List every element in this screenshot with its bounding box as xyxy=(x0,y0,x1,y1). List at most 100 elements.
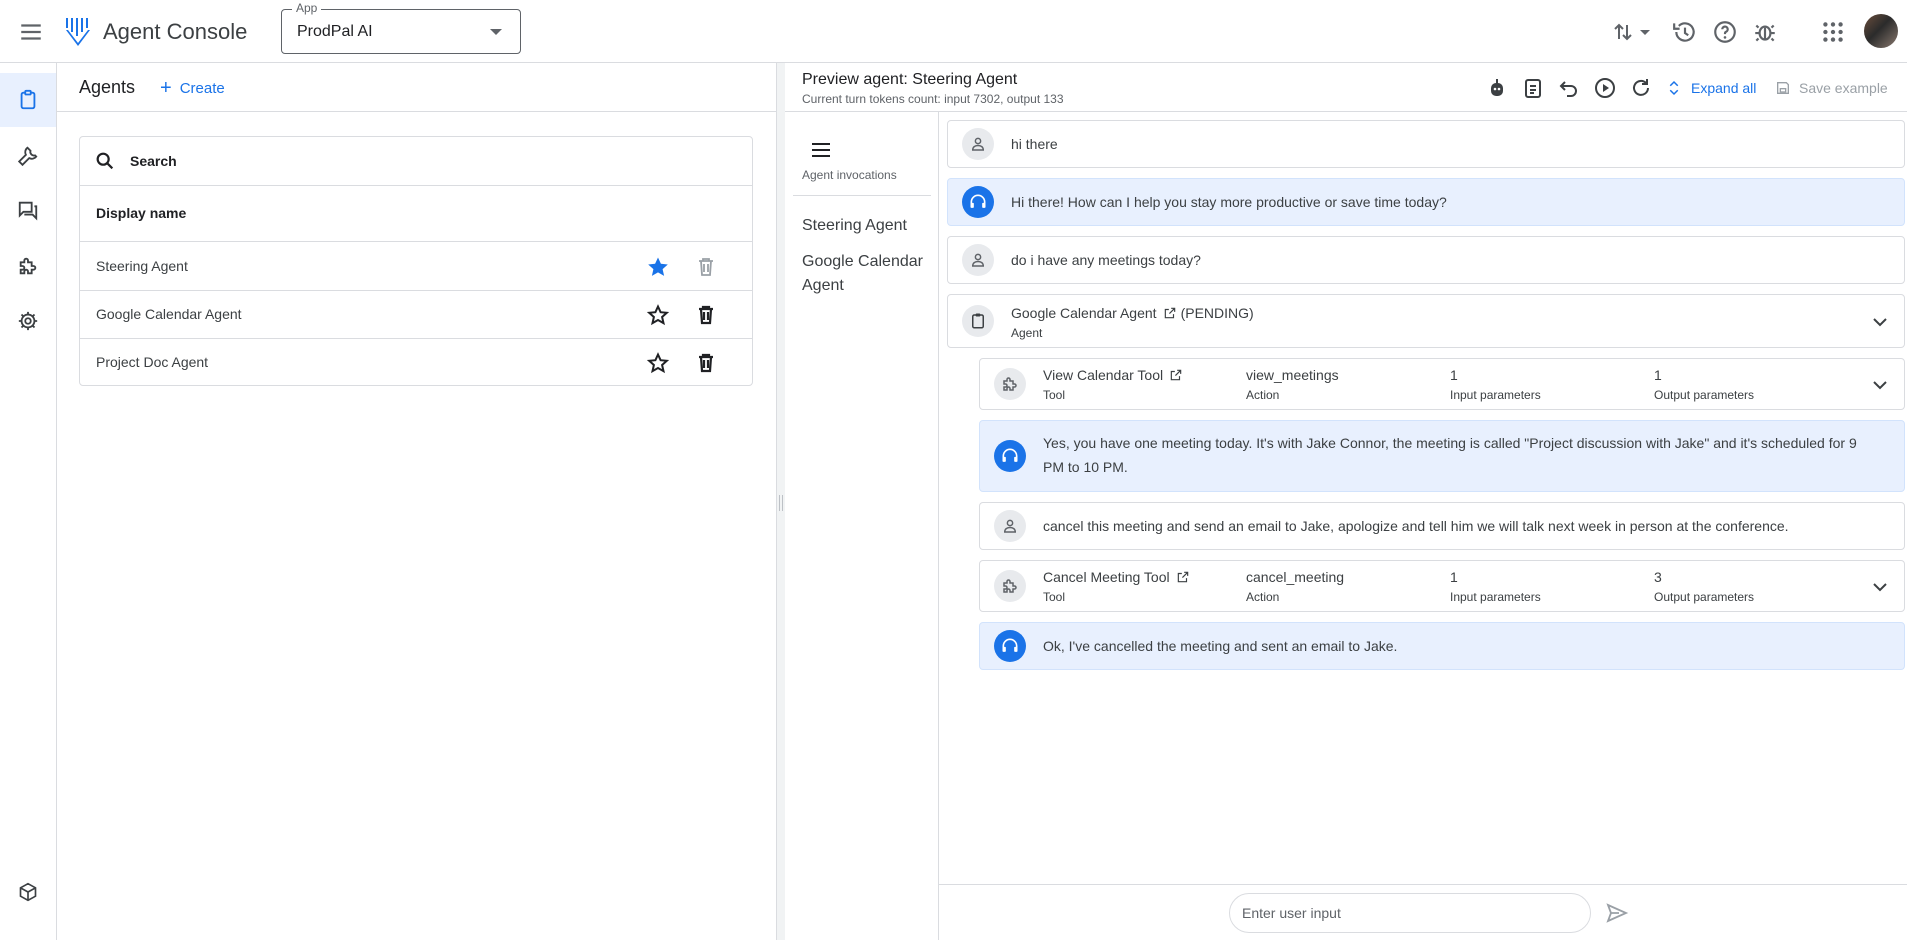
tool-action: cancel_meeting xyxy=(1246,569,1345,585)
gear-icon xyxy=(18,311,38,331)
agent-name: Project Doc Agent xyxy=(96,354,209,370)
tool-output-count: 3 xyxy=(1654,569,1662,585)
plus-icon: + xyxy=(160,77,172,99)
user-avatar[interactable] xyxy=(1864,14,1898,48)
agent-name: Google Calendar Agent xyxy=(96,306,242,322)
table-row[interactable]: Project Doc Agent xyxy=(80,339,752,387)
expand-all-button[interactable]: Expand all xyxy=(1665,76,1756,100)
tool-action: view_meetings xyxy=(1246,367,1339,383)
agent-invocations-panel: Agent invocations Steering Agent Google … xyxy=(785,112,939,940)
invocation-item-steering-agent[interactable]: Steering Agent xyxy=(802,214,932,238)
agent-message: Hi there! How can I help you stay more p… xyxy=(947,178,1905,226)
agent-call-status: (PENDING) xyxy=(1180,305,1254,321)
chat-area: hi there Hi there! How can I help you st… xyxy=(939,112,1907,884)
wrench-icon xyxy=(17,146,38,167)
open-in-new-icon[interactable] xyxy=(1176,570,1190,584)
preview-panel: Preview agent: Steering Agent Current tu… xyxy=(785,63,1907,940)
tool-input-label: Input parameters xyxy=(1450,388,1541,402)
undo-icon[interactable] xyxy=(1557,76,1581,100)
cube-icon xyxy=(19,882,37,902)
robot-icon[interactable] xyxy=(1485,76,1509,100)
chevron-down-icon[interactable] xyxy=(1868,575,1892,599)
tool-output-label: Output parameters xyxy=(1654,590,1755,604)
message-text-line-1: Yes, you have one meeting today. It's wi… xyxy=(1043,435,1857,451)
tool-name: View Calendar Tool xyxy=(1043,367,1164,383)
save-example-button[interactable]: Save example xyxy=(1775,76,1888,100)
user-input-field[interactable] xyxy=(1229,893,1591,933)
tool-action-label: Action xyxy=(1246,388,1280,402)
drag-grip-icon xyxy=(779,495,783,511)
create-agent-button[interactable]: + Create xyxy=(160,76,225,100)
send-icon[interactable] xyxy=(1605,901,1629,925)
clipboard-icon xyxy=(20,89,36,110)
menu-icon[interactable] xyxy=(18,19,44,45)
agent-call-card[interactable]: Google Calendar Agent (PENDING) Agent xyxy=(947,294,1905,348)
message-text-line-2: PM to 10 PM. xyxy=(1043,459,1128,475)
refresh-icon[interactable] xyxy=(1629,76,1653,100)
tool-name: Cancel Meeting Tool xyxy=(1043,569,1170,585)
rail-item-tools[interactable] xyxy=(0,129,56,183)
token-count: Current turn tokens count: input 7302, o… xyxy=(802,92,1064,106)
puzzle-icon xyxy=(19,257,37,275)
message-text: hi there xyxy=(1011,136,1058,152)
tool-call-card[interactable]: View Calendar Tool Tool view_meetings Ac… xyxy=(979,358,1905,410)
search-input[interactable] xyxy=(130,149,730,173)
person-icon xyxy=(994,510,1026,542)
history-icon[interactable] xyxy=(1672,19,1698,45)
delete-icon[interactable] xyxy=(694,303,718,327)
preview-title: Preview agent: Steering Agent xyxy=(802,71,1018,88)
star-outline-icon[interactable] xyxy=(646,351,670,375)
help-icon[interactable] xyxy=(1712,19,1738,45)
rail-item-extensions[interactable] xyxy=(0,239,56,293)
agent-console-logo-icon xyxy=(64,16,92,48)
user-message: cancel this meeting and send an email to… xyxy=(979,502,1905,550)
clipboard-list-icon[interactable] xyxy=(1521,76,1545,100)
open-in-new-icon[interactable] xyxy=(1169,368,1183,382)
search-row xyxy=(80,137,752,186)
agent-call-name: Google Calendar Agent xyxy=(1011,305,1157,321)
menu-icon[interactable] xyxy=(809,138,833,162)
table-row[interactable]: Steering Agent xyxy=(80,243,752,291)
open-in-new-icon[interactable] xyxy=(1163,306,1177,320)
apps-grid-icon[interactable] xyxy=(1820,19,1846,45)
tool-kind: Tool xyxy=(1043,388,1066,402)
user-message: hi there xyxy=(947,120,1905,168)
tool-action-label: Action xyxy=(1246,590,1280,604)
rail-item-packages[interactable] xyxy=(0,865,56,919)
chevron-down-icon[interactable] xyxy=(1868,373,1892,397)
sort-arrows-icon[interactable] xyxy=(1612,19,1652,45)
puzzle-icon xyxy=(994,570,1026,602)
star-filled-icon[interactable] xyxy=(646,255,670,279)
app-select-label: App xyxy=(292,1,322,15)
agent-name: Steering Agent xyxy=(96,258,188,274)
top-bar: Agent Console App ProdPal AI xyxy=(0,0,1907,63)
message-text: do i have any meetings today? xyxy=(1011,252,1201,268)
save-icon xyxy=(1777,82,1789,94)
tool-output-label: Output parameters xyxy=(1654,388,1755,402)
table-row[interactable]: Google Calendar Agent xyxy=(80,291,752,339)
bug-icon[interactable] xyxy=(1752,19,1778,45)
rail-item-agents[interactable] xyxy=(0,73,56,127)
tool-call-card[interactable]: Cancel Meeting Tool Tool cancel_meeting … xyxy=(979,560,1905,612)
chevron-down-icon xyxy=(490,29,502,35)
app-title: Agent Console xyxy=(103,19,248,44)
preview-header: Preview agent: Steering Agent Current tu… xyxy=(785,63,1907,112)
app-select[interactable]: App ProdPal AI xyxy=(281,1,521,54)
expand-all-label: Expand all xyxy=(1691,80,1757,96)
agents-title: Agents xyxy=(79,77,136,97)
search-icon xyxy=(94,150,116,172)
delete-icon[interactable] xyxy=(694,255,718,279)
agent-call-kind: Agent xyxy=(1011,326,1043,340)
star-outline-icon[interactable] xyxy=(646,303,670,327)
agents-table: Display name Steering Agent Google Calen… xyxy=(79,136,753,386)
column-header-display-name[interactable]: Display name xyxy=(80,186,752,242)
delete-icon[interactable] xyxy=(694,351,718,375)
headset-icon xyxy=(994,440,1026,472)
forum-icon xyxy=(18,201,38,221)
play-circle-icon[interactable] xyxy=(1593,76,1617,100)
rail-item-conversations[interactable] xyxy=(0,183,56,237)
tool-title: View Calendar Tool xyxy=(1043,367,1183,383)
chevron-down-icon[interactable] xyxy=(1868,310,1892,334)
invocation-item-google-calendar-agent[interactable]: Google Calendar Agent xyxy=(802,250,932,298)
rail-item-settings[interactable] xyxy=(0,294,56,348)
